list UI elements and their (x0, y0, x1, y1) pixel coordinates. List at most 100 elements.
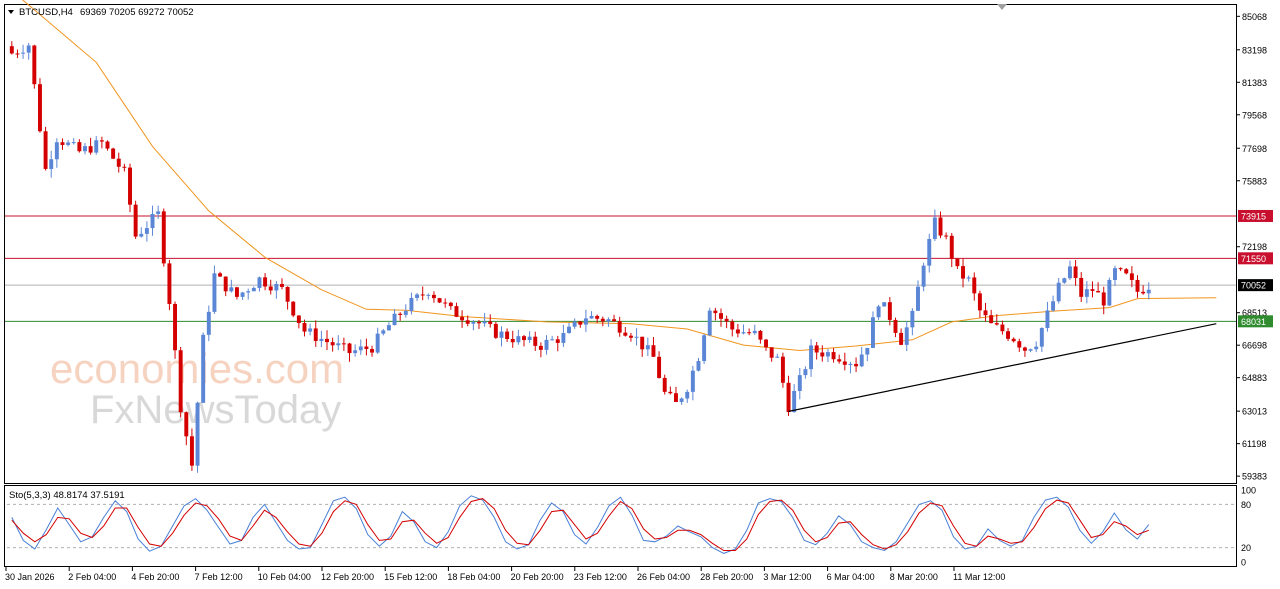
candle-body (870, 317, 875, 348)
candle-body (747, 332, 752, 334)
candle-body (291, 301, 296, 316)
candle-body (606, 319, 611, 322)
candle-body (1022, 347, 1027, 351)
candle-body (848, 363, 853, 365)
candle-body (938, 217, 943, 236)
candle-body (713, 310, 718, 314)
candle-body (758, 330, 763, 340)
candle-body (882, 302, 887, 307)
candle-body (640, 336, 645, 350)
time-tick-label: 28 Feb 20:00 (700, 572, 753, 582)
candle-body (302, 322, 307, 332)
candle-body (831, 352, 836, 360)
candle-body (1000, 324, 1005, 332)
candle-body (493, 323, 498, 338)
candle-body (1090, 289, 1095, 291)
candle-body (685, 391, 690, 399)
candle-body (792, 390, 797, 413)
candle-body (510, 339, 515, 343)
candle-body (156, 211, 161, 214)
time-tick-label: 26 Feb 04:00 (637, 572, 690, 582)
candle-body (505, 331, 510, 340)
candle-body (144, 228, 149, 234)
candle-body (645, 345, 650, 350)
candle-body (555, 339, 560, 343)
candle-body (420, 294, 425, 296)
candle-body (274, 283, 279, 291)
candle-body (1017, 341, 1022, 348)
candle-body (1141, 291, 1146, 294)
candle-body (280, 283, 284, 287)
candle-body (488, 321, 493, 324)
price-tick-label: 79568 (1242, 110, 1267, 120)
level-label-68031: 68031 (1241, 317, 1266, 327)
candle-body (161, 211, 166, 264)
candle-body (865, 347, 870, 355)
candle-body (719, 313, 723, 319)
candle-body (336, 343, 341, 346)
candle (43, 126, 48, 171)
candle-body (43, 131, 48, 169)
stochastic-tick-label: 20 (1241, 543, 1251, 553)
time-tick-label: 30 Jan 2026 (5, 572, 55, 582)
candle-body (482, 321, 487, 324)
candle-body (690, 370, 695, 392)
ohlc-label: 69369 70205 69272 70052 (80, 7, 194, 18)
candle-body (572, 321, 577, 327)
candle-body (364, 346, 369, 349)
candle (882, 302, 887, 307)
candle-body (679, 398, 684, 402)
candle-body (195, 402, 200, 466)
price-tick-label: 59383 (1242, 472, 1267, 482)
candle-body (769, 347, 774, 358)
time-tick-label: 11 Mar 12:00 (953, 572, 1005, 582)
candle-body (1067, 266, 1072, 279)
price-tick-label: 85068 (1242, 12, 1267, 22)
candle-body (820, 352, 825, 357)
candle-body (308, 328, 313, 332)
candle-body (983, 310, 988, 316)
candle-body (431, 294, 436, 299)
candle-body (15, 53, 20, 55)
candle-body (341, 343, 346, 345)
candle-body (1129, 273, 1134, 280)
candle-body (977, 293, 982, 311)
candle-body (296, 315, 301, 323)
candle-body (916, 286, 920, 311)
candle-body (223, 276, 228, 292)
candle-body (499, 331, 504, 338)
candle-body (77, 142, 82, 152)
candle-body (9, 46, 14, 54)
candle (437, 297, 442, 304)
price-tick-label: 64883 (1242, 373, 1267, 383)
candle-body (1073, 266, 1078, 278)
candle-body (516, 336, 521, 343)
candle-body (600, 318, 605, 322)
candle-body (961, 266, 965, 279)
candle-body (347, 343, 352, 354)
candle-body (657, 356, 662, 378)
candle-body (218, 273, 223, 277)
candle-body (319, 338, 324, 341)
candle-body (83, 146, 87, 152)
candle-body (21, 52, 26, 54)
stochastic-tick-label: 80 (1241, 500, 1251, 510)
candle-body (1011, 338, 1016, 342)
price-tick-label: 77698 (1242, 144, 1267, 154)
candle-body (49, 159, 54, 169)
price-tick-label: 72198 (1242, 242, 1267, 252)
candle-body (370, 348, 375, 353)
candle-body (139, 233, 144, 237)
price-tick-label: 75883 (1242, 176, 1267, 186)
candle-body (724, 318, 729, 322)
candle (1107, 277, 1112, 306)
candle-body (567, 326, 571, 334)
candle-body (842, 361, 847, 365)
candle-body (122, 166, 127, 168)
candle-body (702, 335, 707, 362)
candle-body (595, 315, 600, 319)
candle-body (263, 277, 268, 287)
candle-body (538, 345, 543, 350)
chart-canvas: economies.com FxNewsToday 85068 83198 8138… (4, 0, 1273, 582)
candle-body (1006, 331, 1011, 339)
